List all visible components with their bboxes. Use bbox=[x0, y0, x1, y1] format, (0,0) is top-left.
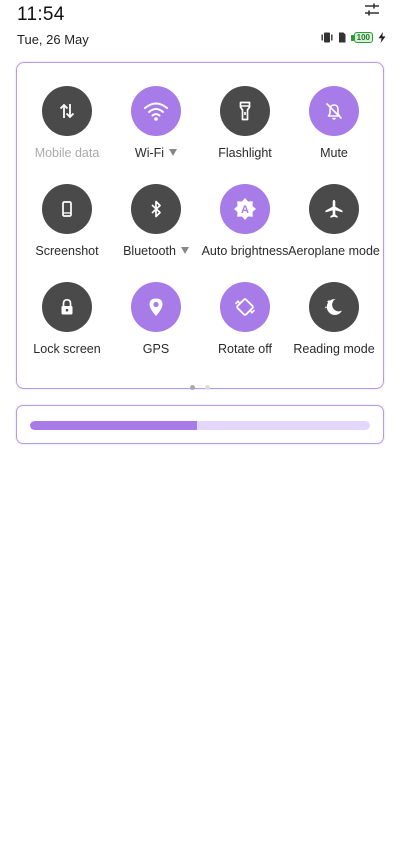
tile-flashlight[interactable]: Flashlight bbox=[195, 86, 295, 160]
tile-label: GPS bbox=[142, 342, 170, 356]
tile-label: Rotate off bbox=[218, 342, 272, 356]
settings-sliders-icon[interactable] bbox=[364, 3, 380, 17]
tile-aeroplane-mode[interactable]: Aeroplane mode bbox=[284, 184, 384, 258]
location-pin-icon bbox=[149, 298, 163, 316]
tile-wifi[interactable]: Wi-Fi bbox=[106, 86, 206, 160]
charging-bolt-icon bbox=[378, 32, 386, 43]
aeroplane-icon bbox=[325, 200, 343, 218]
brightness-slider-fill bbox=[30, 421, 197, 430]
page-dot[interactable] bbox=[205, 385, 210, 390]
chevron-down-icon[interactable] bbox=[180, 247, 189, 254]
tile-label: Bluetooth bbox=[106, 244, 206, 258]
tile-auto-brightness-button[interactable]: A bbox=[220, 184, 270, 234]
quick-settings-panel: Mobile data Wi-Fi Flashlight Mute Screen… bbox=[16, 62, 384, 390]
tile-label: Flashlight bbox=[218, 146, 272, 160]
tile-mute-button[interactable] bbox=[309, 86, 359, 136]
tile-screenshot-button[interactable] bbox=[42, 184, 92, 234]
tile-mute[interactable]: Mute bbox=[284, 86, 384, 160]
tile-bluetooth[interactable]: Bluetooth bbox=[106, 184, 206, 258]
tile-label: Screenshot bbox=[35, 244, 99, 258]
mute-bell-icon bbox=[325, 102, 343, 120]
rotate-icon bbox=[234, 298, 256, 316]
wifi-icon bbox=[144, 102, 168, 121]
flashlight-icon bbox=[239, 101, 251, 121]
status-bar: 11:54 Tue, 26 May 100 bbox=[0, 0, 400, 56]
tile-mobile-data-button[interactable] bbox=[42, 86, 92, 136]
date[interactable]: Tue, 26 May bbox=[17, 32, 89, 47]
mobile-data-arrows-icon bbox=[59, 103, 75, 119]
tile-label: Lock screen bbox=[33, 342, 101, 356]
tile-label: Mute bbox=[320, 146, 348, 160]
lock-icon bbox=[61, 298, 73, 315]
tile-reading-mode[interactable]: Reading mode bbox=[284, 282, 384, 356]
vibrate-icon bbox=[321, 32, 333, 43]
tile-bluetooth-button[interactable] bbox=[131, 184, 181, 234]
status-icons: 100 bbox=[321, 32, 386, 43]
bluetooth-icon bbox=[151, 200, 161, 218]
tile-label: Mobile data bbox=[34, 146, 100, 160]
tile-label: Auto brightness bbox=[201, 244, 289, 258]
tile-gps-button[interactable] bbox=[131, 282, 181, 332]
screenshot-phone-icon bbox=[62, 201, 72, 217]
battery-level: 100 bbox=[353, 32, 373, 43]
battery-icon: 100 bbox=[350, 32, 373, 43]
tile-gps[interactable]: GPS bbox=[106, 282, 206, 356]
tile-screenshot[interactable]: Screenshot bbox=[17, 184, 117, 258]
tile-flashlight-button[interactable] bbox=[220, 86, 270, 136]
clock: 11:54 bbox=[17, 4, 65, 25]
tile-wifi-button[interactable] bbox=[131, 86, 181, 136]
page-indicator bbox=[17, 377, 383, 395]
brightness-slider[interactable] bbox=[30, 421, 370, 430]
tile-reading-mode-button[interactable] bbox=[309, 282, 359, 332]
tile-rotate[interactable]: Rotate off bbox=[195, 282, 295, 356]
chevron-down-icon[interactable] bbox=[169, 149, 178, 156]
moon-stars-icon bbox=[324, 298, 342, 315]
page-dot[interactable] bbox=[190, 385, 195, 390]
tile-aeroplane-button[interactable] bbox=[309, 184, 359, 234]
tile-label: Aeroplane mode bbox=[288, 244, 380, 258]
tile-lock-screen[interactable]: Lock screen bbox=[17, 282, 117, 356]
tile-label: Reading mode bbox=[293, 342, 375, 356]
tile-lock-screen-button[interactable] bbox=[42, 282, 92, 332]
sim-icon bbox=[338, 32, 346, 43]
tile-auto-brightness[interactable]: A Auto brightness bbox=[195, 184, 295, 258]
svg-text:A: A bbox=[241, 204, 249, 216]
brightness-slider-panel bbox=[16, 405, 384, 444]
auto-brightness-icon: A bbox=[234, 198, 256, 220]
tile-label: Wi-Fi bbox=[106, 146, 206, 160]
tile-mobile-data[interactable]: Mobile data bbox=[17, 86, 117, 160]
tile-rotate-button[interactable] bbox=[220, 282, 270, 332]
